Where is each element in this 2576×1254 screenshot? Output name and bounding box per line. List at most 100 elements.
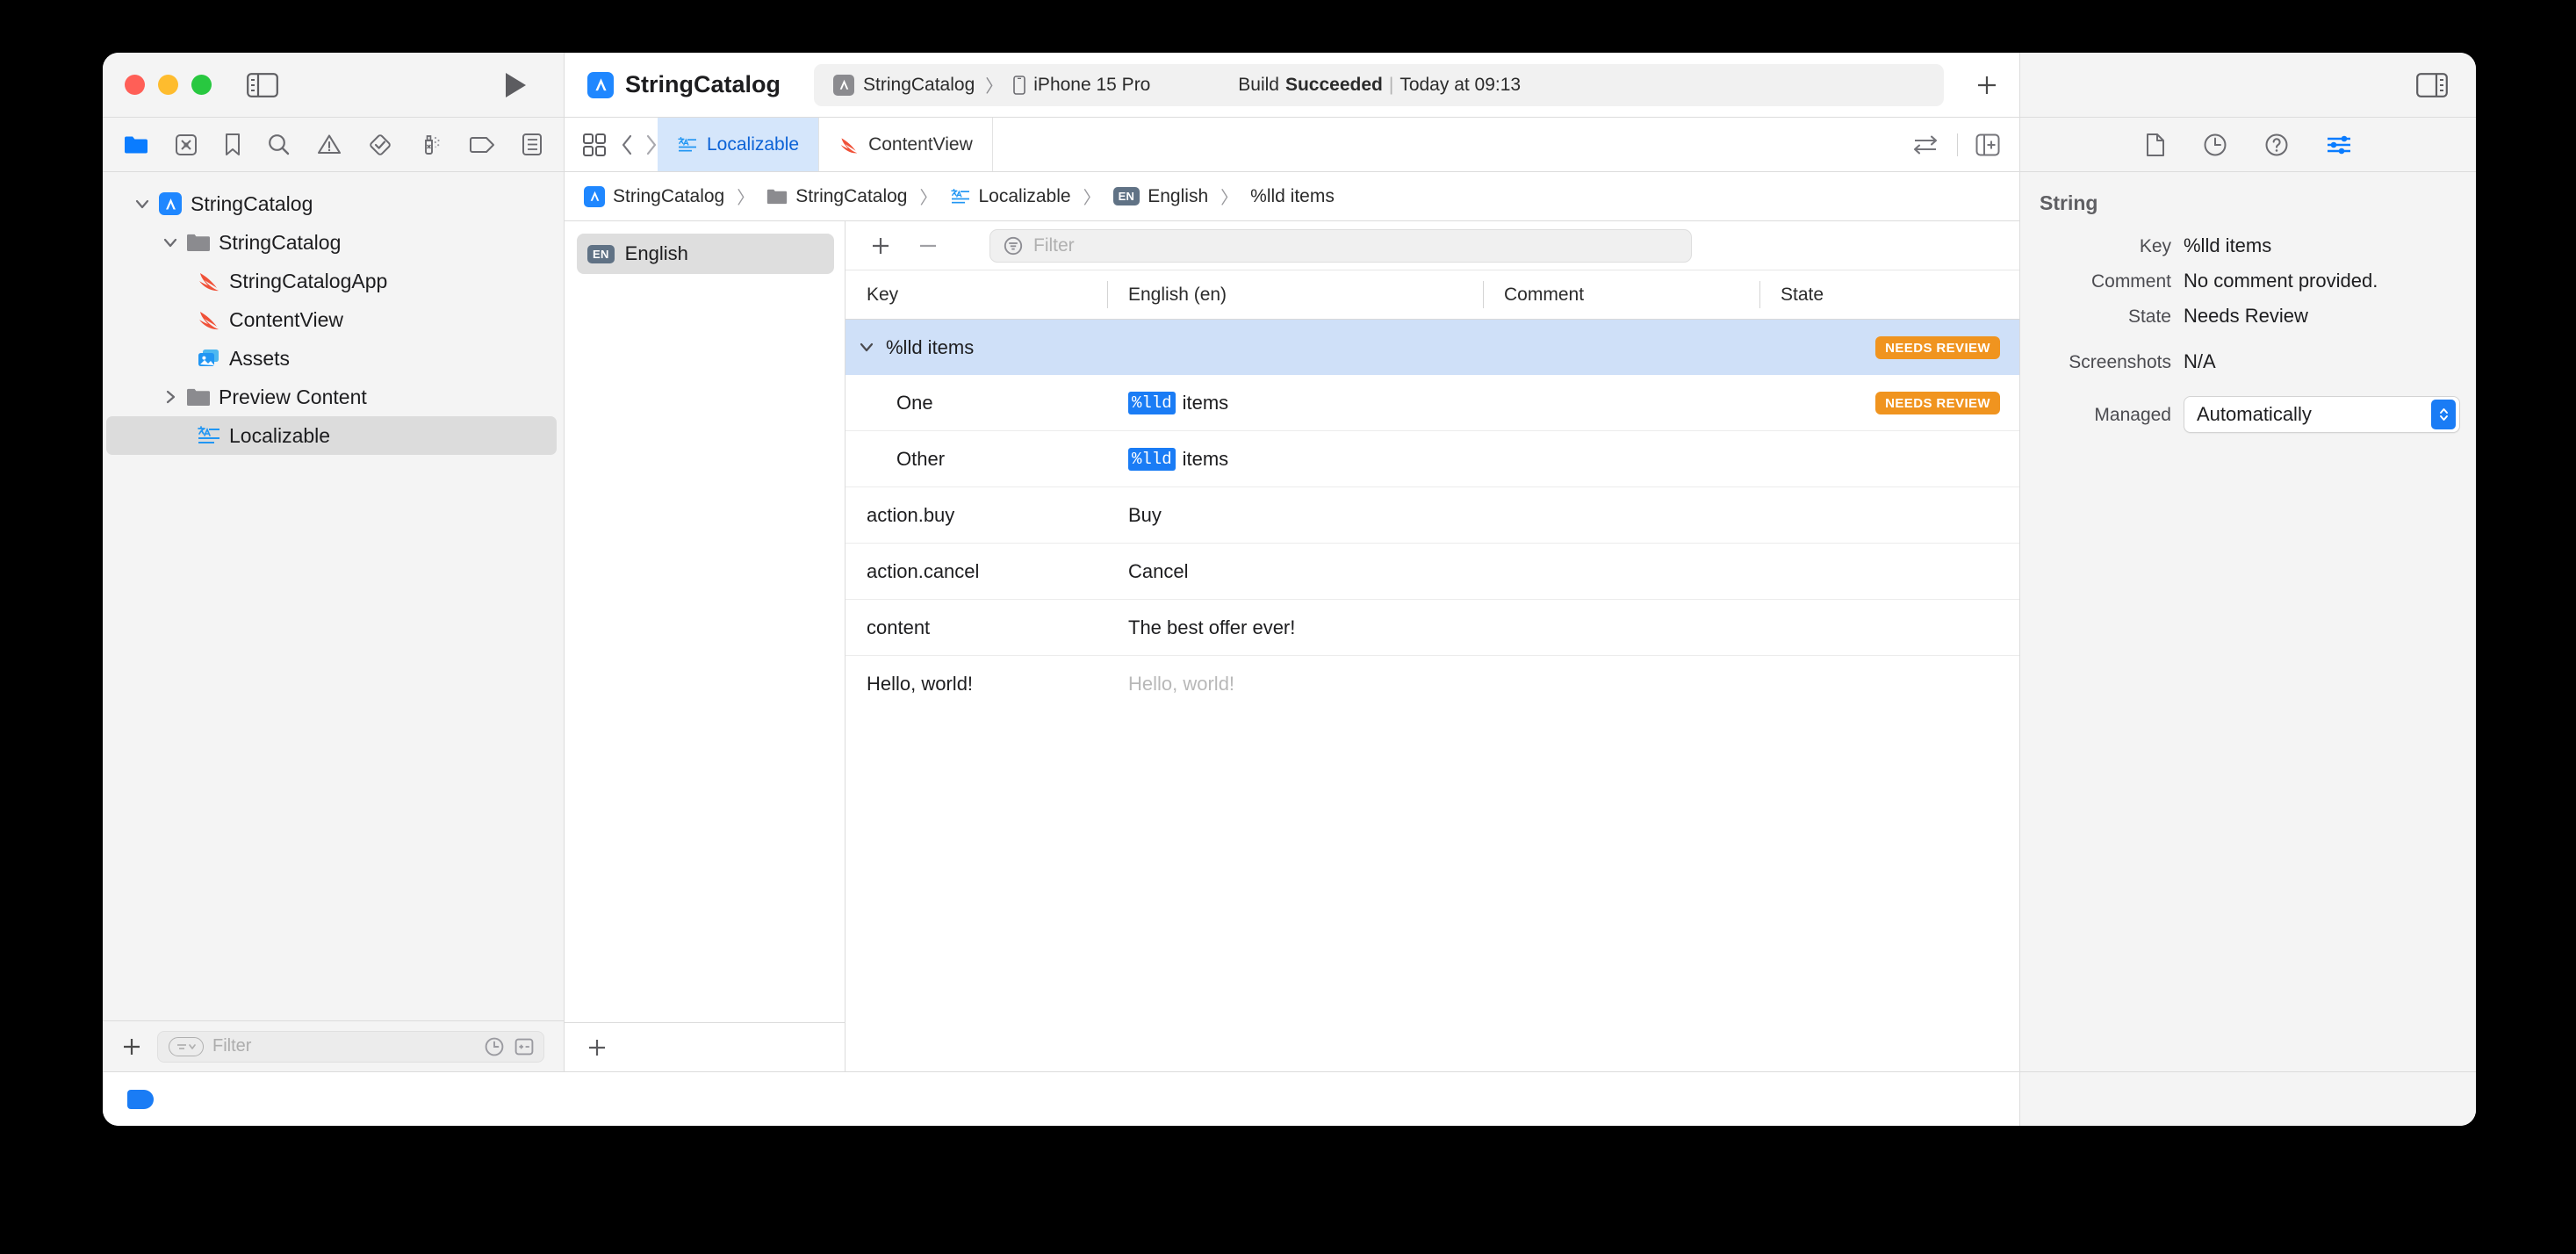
table-row[interactable]: action.cancel Cancel: [845, 544, 2019, 600]
cell-comment[interactable]: [1483, 544, 1759, 599]
language-item-english[interactable]: EN English: [577, 234, 834, 274]
chevron-down-icon[interactable]: [856, 342, 877, 352]
breadcrumb-item-localizable[interactable]: Localizable: [950, 186, 1071, 207]
managed-select[interactable]: Automatically: [2184, 396, 2460, 433]
tree-item-preview-content[interactable]: Preview Content: [103, 378, 564, 416]
cell-key: Other: [896, 447, 946, 470]
tree-item-label: ContentView: [229, 307, 343, 331]
table-row[interactable]: %lld items NEEDS REVIEW: [845, 320, 2019, 375]
find-navigator-tab[interactable]: [267, 133, 291, 156]
language-list-panel: EN English: [565, 221, 845, 1071]
remove-string-button[interactable]: [916, 234, 940, 258]
swap-editors-icon[interactable]: [1911, 133, 1939, 156]
chevron-down-icon[interactable]: [129, 199, 155, 209]
breadcrumb-item-project[interactable]: StringCatalog: [584, 185, 724, 207]
bookmark-navigator-tab[interactable]: [224, 133, 241, 156]
editor-options-icon[interactable]: [582, 133, 607, 157]
destination-chip[interactable]: iPhone 15 Pro: [1013, 75, 1150, 96]
column-header-key[interactable]: Key: [845, 270, 1107, 319]
tree-item-stringcatalogapp[interactable]: StringCatalogApp: [103, 262, 564, 300]
breadcrumb: StringCatalog 〉 StringCatalog 〉 Localiza…: [565, 172, 2019, 221]
cell-comment[interactable]: [1483, 375, 1759, 430]
cell-comment[interactable]: [1483, 431, 1759, 486]
strings-filter-input[interactable]: Filter: [989, 228, 1692, 263]
table-row[interactable]: content The best offer ever!: [845, 600, 2019, 656]
project-navigator-tab[interactable]: [124, 134, 148, 155]
cell-value[interactable]: Cancel: [1107, 544, 1483, 599]
navigator-filter-input[interactable]: Filter: [157, 1030, 544, 1063]
breadcrumb-item-english[interactable]: EN English: [1112, 186, 1208, 207]
chevron-down-icon[interactable]: [157, 238, 183, 248]
navigator-filter-bar: Filter: [103, 1020, 564, 1071]
run-button[interactable]: [504, 72, 527, 98]
column-header-english[interactable]: English (en): [1107, 270, 1483, 319]
issue-navigator-tab[interactable]: [317, 133, 342, 155]
tree-item-localizable[interactable]: Localizable: [106, 416, 557, 455]
tab-contentview[interactable]: ContentView: [819, 118, 993, 171]
column-header-comment[interactable]: Comment: [1483, 270, 1759, 319]
tree-item-stringcatalog-folder[interactable]: StringCatalog: [103, 223, 564, 262]
back-button[interactable]: [621, 134, 633, 155]
tree-item-stringcatalog-project[interactable]: StringCatalog: [103, 184, 564, 223]
minimize-button[interactable]: [158, 75, 178, 95]
cell-comment[interactable]: [1483, 656, 1759, 712]
table-row[interactable]: Hello, world! Hello, world!: [845, 656, 2019, 712]
app-icon: [584, 185, 605, 207]
close-button[interactable]: [125, 75, 145, 95]
app-icon: [587, 71, 614, 98]
chevron-right-icon[interactable]: [157, 390, 183, 404]
history-inspector-tab[interactable]: [2203, 133, 2227, 157]
add-editor-button[interactable]: [1974, 72, 2000, 98]
cell-comment[interactable]: [1483, 487, 1759, 543]
add-editor-icon[interactable]: [1975, 133, 2000, 156]
table-row[interactable]: Other %lld items: [845, 431, 2019, 487]
cell-state: [1759, 656, 2019, 712]
cell-state: [1759, 600, 2019, 655]
add-string-button[interactable]: [868, 234, 893, 258]
filter-options-icon[interactable]: [169, 1036, 204, 1056]
breadcrumb-item-key[interactable]: %lld items: [1250, 186, 1335, 207]
tree-item-contentview[interactable]: ContentView: [103, 300, 564, 339]
folder-icon: [766, 188, 788, 205]
cell-value[interactable]: %lld items: [1107, 431, 1483, 486]
recent-filter-icon[interactable]: [484, 1036, 505, 1057]
editor-tabbar-left: [565, 118, 658, 171]
tree-item-assets[interactable]: Assets: [103, 339, 564, 378]
window-body: StringCatalog StringCatalog StringCatalo…: [103, 118, 2476, 1071]
breadcrumb-label: %lld items: [1250, 185, 1335, 206]
column-header-state[interactable]: State: [1759, 270, 2019, 319]
sidebar-toggle-icon[interactable]: [247, 72, 278, 97]
debug-navigator-tab[interactable]: [419, 133, 443, 157]
breadcrumb-label: StringCatalog: [795, 185, 908, 206]
activity-viewer[interactable]: StringCatalog 〉 iPhone 15 Pro Build Succ…: [814, 63, 1944, 106]
strings-table-toolbar: Filter: [845, 221, 2019, 270]
report-navigator-tab[interactable]: [522, 133, 543, 156]
project-title: StringCatalog: [587, 71, 781, 98]
file-inspector-tab[interactable]: [2145, 133, 2166, 157]
tag-indicator-icon[interactable]: [127, 1089, 154, 1109]
cell-comment[interactable]: [1483, 600, 1759, 655]
table-row[interactable]: One %lld items NEEDS REVIEW: [845, 375, 2019, 431]
breakpoint-navigator-tab[interactable]: [469, 136, 495, 154]
zoom-button[interactable]: [191, 75, 212, 95]
table-row[interactable]: action.buy Buy: [845, 487, 2019, 544]
test-navigator-tab[interactable]: [368, 133, 392, 157]
breadcrumb-item-folder[interactable]: StringCatalog: [766, 185, 908, 207]
cell-value[interactable]: The best offer ever!: [1107, 600, 1483, 655]
forward-button[interactable]: [645, 134, 658, 155]
source-control-navigator-tab[interactable]: [175, 133, 198, 156]
cell-value[interactable]: %lld items: [1107, 375, 1483, 430]
attributes-inspector-tab[interactable]: [2326, 133, 2352, 156]
tab-localizable[interactable]: Localizable: [658, 118, 820, 171]
inspector-toggle-icon[interactable]: [2416, 72, 2448, 97]
quick-help-inspector-tab[interactable]: [2264, 133, 2289, 157]
cell-value[interactable]: Hello, world!: [1107, 656, 1483, 712]
strings-table-area: Filter Key English (en) Comment State %l…: [845, 221, 2019, 1071]
navigator-add-button[interactable]: [120, 1035, 143, 1058]
filter-scope-icon[interactable]: [514, 1036, 535, 1057]
cell-value[interactable]: Buy: [1107, 487, 1483, 543]
chevron-updown-icon[interactable]: [2431, 400, 2456, 429]
add-language-button[interactable]: [586, 1036, 608, 1059]
scheme-chip[interactable]: StringCatalog: [833, 74, 975, 96]
status-badge: NEEDS REVIEW: [1875, 335, 2000, 359]
